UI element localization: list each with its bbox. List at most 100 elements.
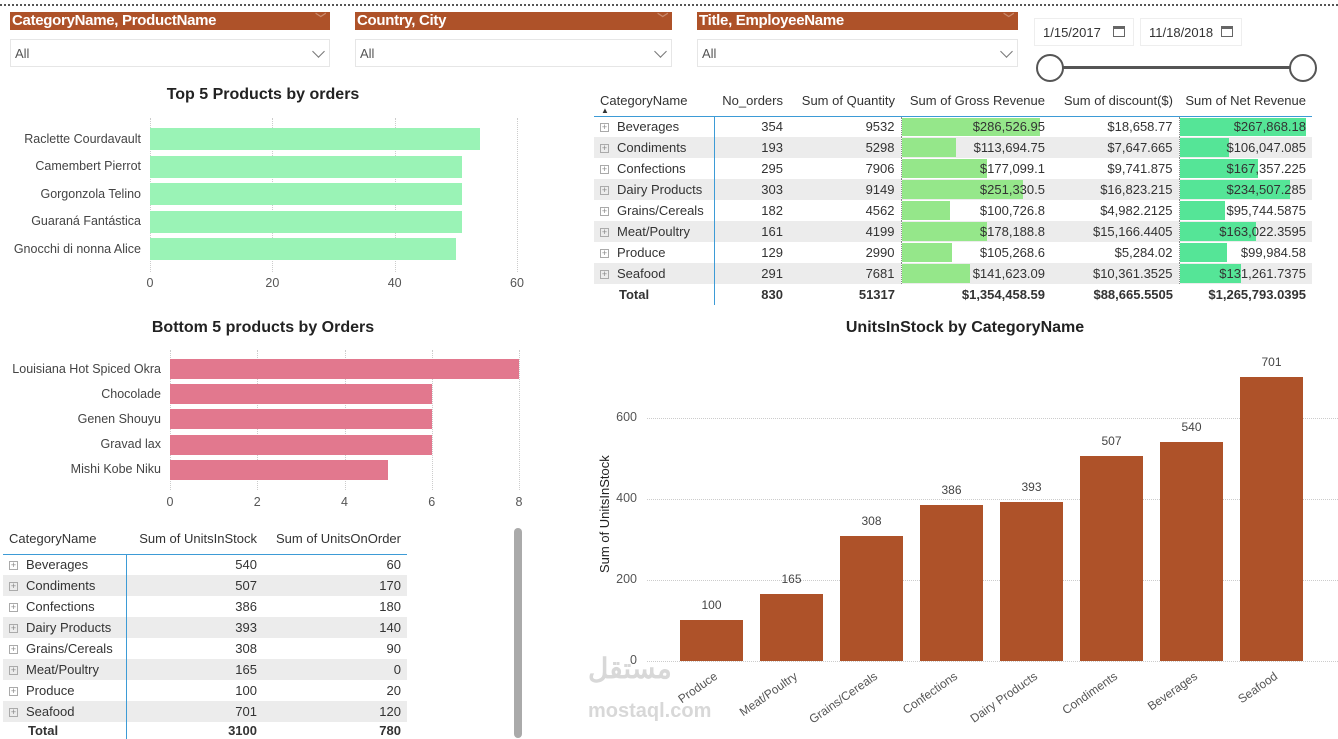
bar[interactable]: [170, 359, 519, 379]
expand-icon[interactable]: +: [9, 708, 18, 718]
collapse-chevron-icon[interactable]: ﹀: [1003, 10, 1014, 28]
table-row[interactable]: + Meat/Poultry 161 4199 $178,188.8 $15,16…: [594, 221, 1312, 242]
table-row[interactable]: + Condiments 193 5298 $113,694.75 $7,647.…: [594, 137, 1312, 158]
bar[interactable]: [150, 155, 462, 178]
gross-data-bar: [901, 243, 953, 262]
slicer-dropdown[interactable]: All: [697, 39, 1018, 67]
table-row[interactable]: + Meat/Poultry 165 0: [3, 659, 407, 680]
category-cell[interactable]: + Produce: [594, 242, 715, 263]
date-slider-start-handle[interactable]: [1036, 54, 1064, 82]
expand-icon[interactable]: +: [9, 624, 18, 634]
expand-icon[interactable]: +: [600, 186, 609, 196]
category-cell[interactable]: + Grains/Cereals: [594, 200, 715, 221]
expand-icon[interactable]: +: [600, 165, 609, 175]
table-row[interactable]: + Confections 386 180: [3, 596, 407, 617]
slicer-category-product[interactable]: CategoryName, ProductName ﹀ All: [10, 12, 330, 67]
column-bar[interactable]: [760, 594, 823, 661]
col-header-category[interactable]: CategoryName: [3, 524, 126, 555]
col-header-quantity[interactable]: Sum of Quantity: [789, 86, 901, 117]
category-cell[interactable]: + Condiments: [594, 137, 715, 158]
category-cell[interactable]: + Grains/Cereals: [3, 638, 127, 659]
category-cell[interactable]: + Confections: [3, 596, 127, 617]
column-bar[interactable]: [840, 536, 903, 661]
table-row[interactable]: + Grains/Cereals 308 90: [3, 638, 407, 659]
category-cell[interactable]: + Meat/Poultry: [594, 221, 715, 242]
table-row[interactable]: + Dairy Products 303 9149 $251,330.5 $16,…: [594, 179, 1312, 200]
expand-icon[interactable]: +: [9, 603, 18, 613]
category-cell[interactable]: + Confections: [594, 158, 715, 179]
category-cell[interactable]: + Produce: [3, 680, 127, 701]
collapse-chevron-icon[interactable]: ﹀: [315, 10, 326, 28]
column-bar[interactable]: [920, 504, 983, 661]
bar[interactable]: [150, 238, 456, 261]
bar[interactable]: [170, 384, 432, 405]
col-header-category[interactable]: CategoryName ▲: [594, 86, 714, 117]
expand-icon[interactable]: +: [600, 207, 609, 217]
date-slider-end-handle[interactable]: [1289, 54, 1317, 82]
start-date-input[interactable]: 1/15/2017: [1034, 18, 1134, 46]
table-row[interactable]: + Beverages 354 9532 $286,526.95 $18,658.…: [594, 116, 1312, 137]
slicer-title-employee[interactable]: Title, EmployeeName ﹀ All: [697, 12, 1018, 67]
x-axis-tick-label: 4: [341, 495, 348, 509]
column-bar[interactable]: [1080, 455, 1143, 661]
table-row[interactable]: + Seafood 701 120: [3, 701, 407, 722]
column-bar[interactable]: [1240, 377, 1303, 661]
net-revenue-cell: $106,047.085: [1178, 137, 1312, 158]
category-cell[interactable]: + Beverages: [594, 116, 715, 137]
expand-icon[interactable]: +: [600, 144, 609, 154]
category-cell[interactable]: + Seafood: [594, 263, 715, 284]
bar[interactable]: [170, 459, 389, 480]
gross-data-bar: [901, 159, 987, 178]
quantity-cell: 7906: [865, 161, 895, 176]
column-bar[interactable]: [1000, 501, 1063, 661]
category-cell[interactable]: + Dairy Products: [594, 179, 715, 200]
column-bar[interactable]: [1160, 442, 1223, 661]
calendar-icon[interactable]: [1221, 26, 1233, 37]
expand-icon[interactable]: +: [9, 687, 18, 697]
category-cell[interactable]: + Dairy Products: [3, 617, 127, 638]
col-header-units-on-order[interactable]: Sum of UnitsOnOrder: [263, 524, 407, 555]
expand-icon[interactable]: +: [600, 228, 609, 238]
category-cell[interactable]: + Seafood: [3, 701, 127, 722]
gross-data-bar: [901, 264, 970, 283]
col-header-discount[interactable]: Sum of discount($): [1051, 86, 1179, 117]
category-cell[interactable]: + Condiments: [3, 575, 127, 596]
bar[interactable]: [150, 128, 481, 150]
category-cell[interactable]: + Beverages: [3, 554, 127, 575]
collapse-chevron-icon[interactable]: ﹀: [657, 10, 668, 28]
col-header-units-in-stock[interactable]: Sum of UnitsInStock: [126, 524, 263, 555]
calendar-icon[interactable]: [1113, 26, 1125, 37]
bar[interactable]: [170, 409, 432, 430]
end-date-input[interactable]: 11/18/2018: [1140, 18, 1242, 46]
bar[interactable]: [150, 210, 462, 233]
y-axis-tick-label: 200: [616, 571, 637, 586]
table-row[interactable]: + Condiments 507 170: [3, 575, 407, 596]
bar[interactable]: [170, 434, 432, 455]
table-row[interactable]: + Produce 100 20: [3, 680, 407, 701]
table-row[interactable]: + Confections 295 7906 $177,099.1 $9,741.…: [594, 158, 1312, 179]
expand-icon[interactable]: +: [600, 123, 609, 133]
expand-icon[interactable]: +: [600, 249, 609, 259]
slicer-country-city[interactable]: Country, City ﹀ All: [355, 12, 672, 67]
column-bar[interactable]: [680, 620, 743, 661]
slicer-dropdown[interactable]: All: [10, 39, 330, 67]
bar[interactable]: [150, 183, 462, 206]
table-row[interactable]: + Seafood 291 7681 $141,623.09 $10,361.35…: [594, 263, 1312, 284]
expand-icon[interactable]: +: [600, 270, 609, 280]
table-row[interactable]: + Beverages 540 60: [3, 554, 407, 575]
col-header-orders[interactable]: No_orders: [714, 86, 789, 117]
stock-table-scrollbar[interactable]: [514, 528, 522, 738]
total-row: Total 3100 780: [3, 722, 407, 739]
expand-icon[interactable]: +: [9, 582, 18, 592]
date-slider-track[interactable]: [1050, 66, 1302, 69]
table-row[interactable]: + Produce 129 2990 $105,268.6 $5,284.02 $…: [594, 242, 1312, 263]
expand-icon[interactable]: +: [9, 561, 18, 571]
slicer-dropdown[interactable]: All: [355, 39, 672, 67]
table-row[interactable]: + Grains/Cereals 182 4562 $100,726.8 $4,9…: [594, 200, 1312, 221]
expand-icon[interactable]: +: [9, 645, 18, 655]
expand-icon[interactable]: +: [9, 666, 18, 676]
col-header-gross[interactable]: Sum of Gross Revenue: [901, 86, 1051, 117]
table-row[interactable]: + Dairy Products 393 140: [3, 617, 407, 638]
category-cell[interactable]: + Meat/Poultry: [3, 659, 127, 680]
col-header-net[interactable]: Sum of Net Revenue: [1179, 86, 1312, 117]
